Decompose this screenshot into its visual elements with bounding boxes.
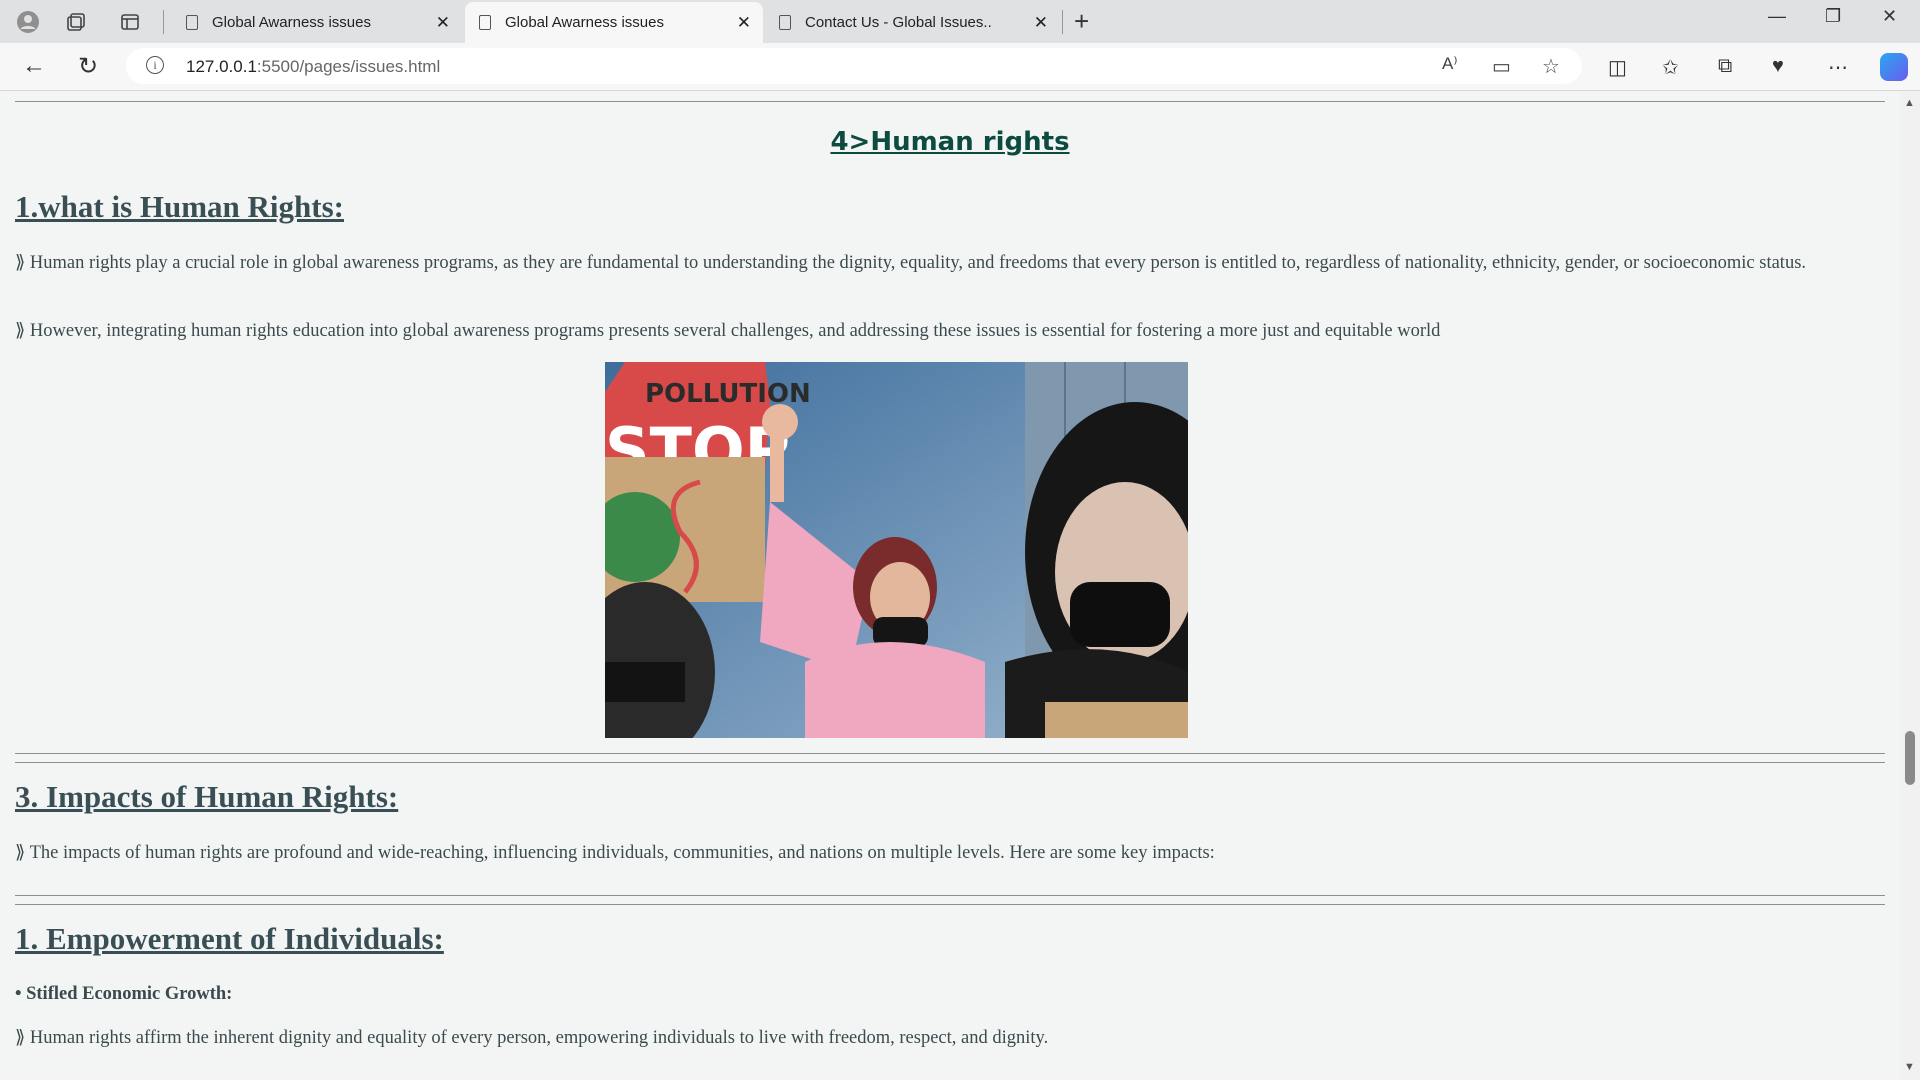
page-icon	[779, 15, 791, 30]
url-path: :5500/pages/issues.html	[256, 57, 441, 76]
paragraph: ⟫ Human rights affirm the inherent digni…	[15, 1028, 1049, 1048]
url-text[interactable]: 127.0.0.1:5500/pages/issues.html	[186, 57, 440, 77]
section-title: 4>Human rights	[830, 127, 1070, 157]
divider	[15, 101, 1885, 102]
tab-title: Global Awarness issues	[212, 14, 371, 31]
favorite-star-icon[interactable]: ☆	[1542, 54, 1560, 79]
profile-icon[interactable]	[14, 8, 42, 36]
split-screen-icon[interactable]: ◫	[1608, 55, 1627, 80]
tab-actions-icon[interactable]	[116, 8, 144, 36]
read-aloud-icon[interactable]: A⁾	[1442, 54, 1458, 74]
copilot-icon[interactable]	[1880, 53, 1908, 81]
immersive-reader-icon[interactable]: ▭	[1492, 54, 1511, 79]
tab-global-awareness-2[interactable]: Global Awarness issues ✕	[465, 2, 763, 43]
paragraph: ⟫ However, integrating human rights educ…	[15, 321, 1441, 341]
tab-title: Contact Us - Global Issues..	[805, 14, 992, 31]
paragraph: ⟫ The impacts of human rights are profou…	[15, 843, 1215, 863]
browser-essentials-icon[interactable]: ♥	[1772, 55, 1784, 78]
paragraph: ⟫ Human rights play a crucial role in gl…	[15, 253, 1807, 273]
close-tab-icon[interactable]: ✕	[737, 13, 751, 33]
tab-separator	[163, 10, 164, 34]
tab-separator	[1062, 10, 1063, 34]
scroll-up-arrow-icon[interactable]: ▲	[1904, 97, 1915, 109]
refresh-icon[interactable]: ↻	[78, 52, 98, 81]
browser-toolbar: ← ↻ i 127.0.0.1:5500/pages/issues.html A…	[0, 43, 1920, 91]
tab-title: Global Awarness issues	[505, 14, 664, 31]
favorites-icon[interactable]: ✩	[1662, 55, 1679, 80]
protest-photo: POLLUTION STOP	[605, 362, 1188, 738]
close-tab-icon[interactable]: ✕	[436, 13, 450, 33]
tab-global-awareness-1[interactable]: Global Awarness issues ✕	[172, 2, 462, 43]
sign-text: POLLUTION	[645, 379, 811, 409]
settings-more-icon[interactable]: ⋯	[1828, 55, 1848, 80]
browser-tab-strip: Global Awarness issues ✕ Global Awarness…	[0, 0, 1920, 43]
restore-icon[interactable]: ❐	[1825, 6, 1841, 27]
heading-empowerment-of-individuals: 1. Empowerment of Individuals:	[15, 921, 444, 956]
new-tab-icon[interactable]: +	[1074, 6, 1089, 37]
scroll-down-arrow-icon[interactable]: ▼	[1904, 1061, 1915, 1073]
scrollbar-thumb[interactable]	[1905, 731, 1915, 785]
page-icon	[479, 15, 491, 30]
divider-double	[15, 753, 1885, 763]
tab-contact-us[interactable]: Contact Us - Global Issues.. ✕	[765, 2, 1060, 43]
close-tab-icon[interactable]: ✕	[1034, 13, 1048, 33]
workspaces-icon[interactable]	[62, 8, 90, 36]
collections-icon[interactable]: ⧉	[1718, 55, 1732, 78]
minimize-icon[interactable]: —	[1768, 6, 1786, 27]
divider-double	[15, 895, 1885, 905]
page-content: 4>Human rights 1.what is Human Rights: ⟫…	[0, 91, 1900, 1080]
bullet-item: • Stifled Economic Growth:	[15, 984, 233, 1004]
window-close-icon[interactable]: ✕	[1882, 6, 1897, 27]
vertical-scrollbar[interactable]: ▲ ▼	[1900, 91, 1920, 1080]
heading-impacts-of-human-rights: 3. Impacts of Human Rights:	[15, 779, 399, 814]
back-icon[interactable]: ←	[22, 52, 46, 80]
url-host: 127.0.0.1	[186, 57, 257, 76]
site-info-icon[interactable]: i	[146, 56, 164, 74]
page-icon	[186, 15, 198, 30]
heading-what-is-human-rights: 1.what is Human Rights:	[15, 189, 344, 224]
address-bar[interactable]: i 127.0.0.1:5500/pages/issues.html A⁾ ▭ …	[126, 48, 1582, 84]
